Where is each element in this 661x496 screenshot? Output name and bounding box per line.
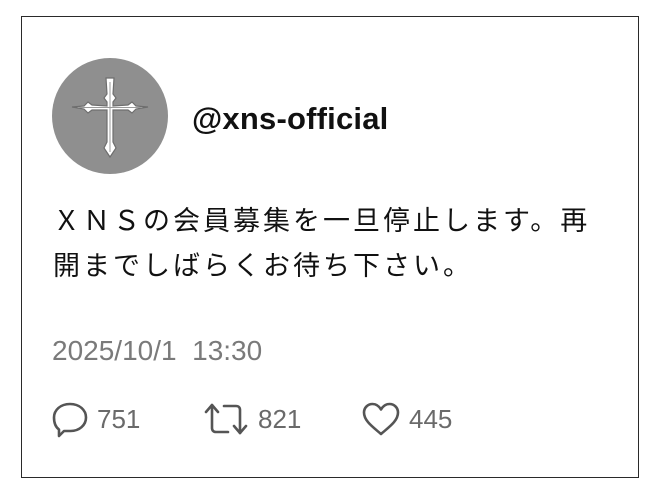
reply-button[interactable]: 751 — [51, 399, 140, 439]
reply-icon — [52, 402, 88, 438]
avatar[interactable] — [52, 58, 168, 174]
heart-icon — [362, 402, 400, 436]
tweet-timestamp[interactable]: 2025/10/1 13:30 — [52, 335, 262, 367]
account-handle[interactable]: @xns-official — [192, 101, 388, 137]
reply-count: 751 — [97, 403, 141, 434]
tweet-card: @xns-official ＸＮＳの会員募集を一旦停止します。再開までしばらくお… — [21, 16, 639, 478]
like-count: 445 — [409, 403, 453, 434]
cross-icon — [71, 77, 149, 159]
tweet-text: ＸＮＳの会員募集を一旦停止します。再開までしばらくお待ち下さい。 — [53, 206, 591, 282]
retweet-count: 821 — [258, 403, 302, 434]
like-button[interactable]: 445 — [361, 399, 452, 439]
retweet-icon — [204, 403, 248, 435]
retweet-button[interactable]: 821 — [202, 399, 301, 439]
